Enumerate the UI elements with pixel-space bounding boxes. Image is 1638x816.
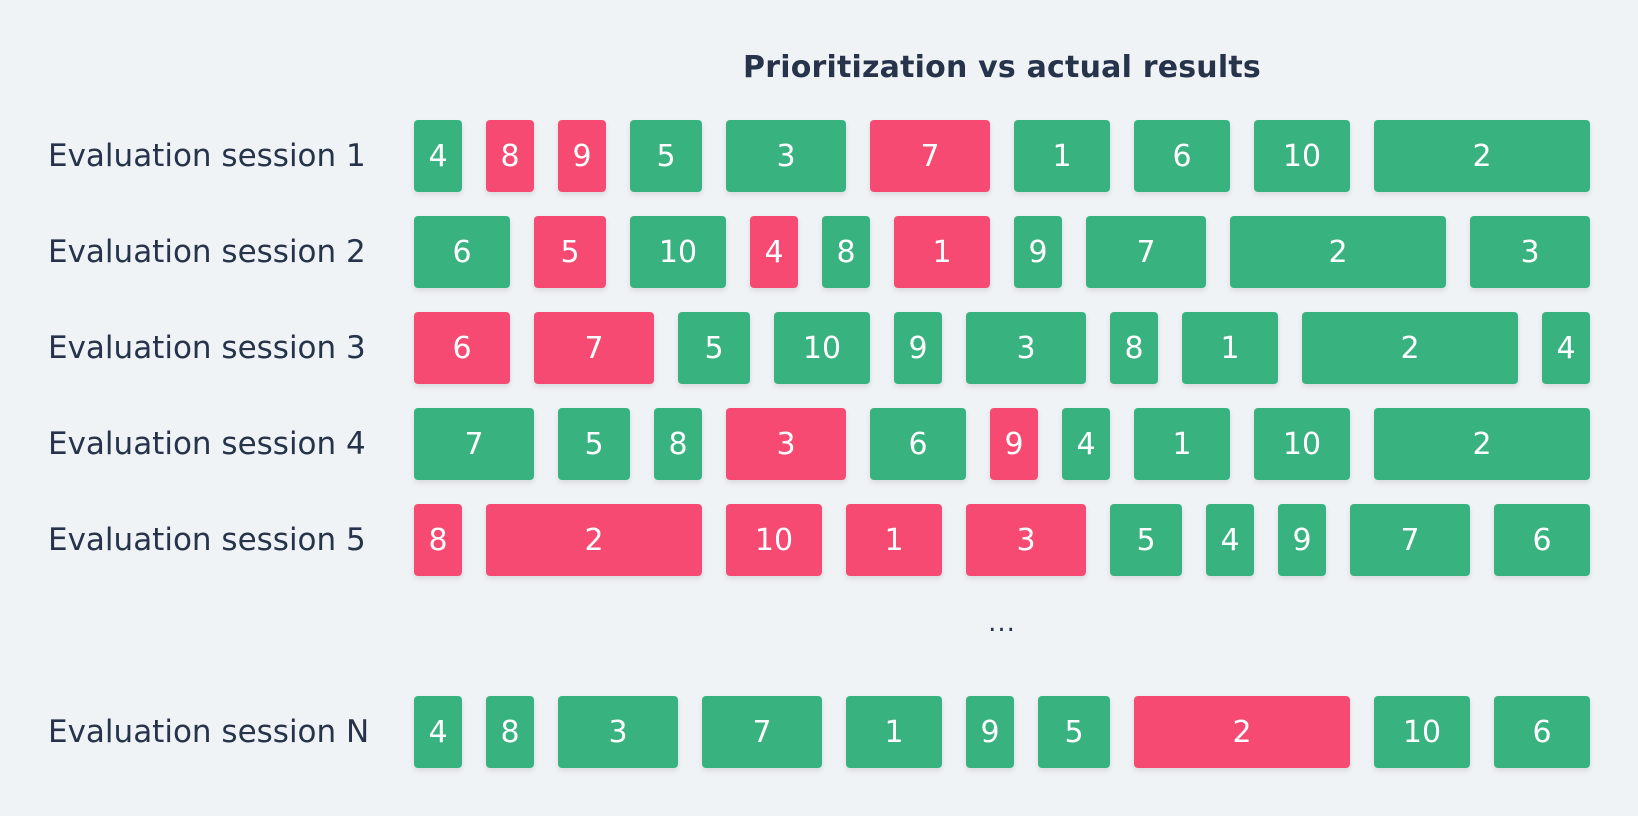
- priority-block-success: 3: [1470, 216, 1590, 288]
- priority-block-success: 4: [414, 120, 462, 192]
- priority-block-success: 6: [414, 216, 510, 288]
- priority-block-failure: 10: [726, 504, 822, 576]
- priority-block-success: 4: [1062, 408, 1110, 480]
- priority-block-success: 7: [414, 408, 534, 480]
- priority-block-success: 1: [1134, 408, 1230, 480]
- priority-block-success: 10: [630, 216, 726, 288]
- priority-block-success: 7: [702, 696, 822, 768]
- priority-block-success: 10: [1254, 120, 1350, 192]
- priority-block-success: 5: [558, 408, 630, 480]
- priority-block-success: 6: [1494, 696, 1590, 768]
- priority-block-failure: 2: [486, 504, 702, 576]
- priority-block-success: 5: [678, 312, 750, 384]
- priority-block-success: 7: [1086, 216, 1206, 288]
- priority-block-success: 1: [1182, 312, 1278, 384]
- priority-block-success: 2: [1230, 216, 1446, 288]
- priority-block-failure: 3: [726, 408, 846, 480]
- session-label: Evaluation session 4: [48, 426, 366, 462]
- priority-block-success: 2: [1374, 408, 1590, 480]
- priority-block-success: 3: [966, 312, 1086, 384]
- priority-block-success: 9: [1278, 504, 1326, 576]
- priority-block-failure: 6: [414, 312, 510, 384]
- priority-block-success: 6: [1494, 504, 1590, 576]
- priority-block-success: 8: [654, 408, 702, 480]
- priority-block-success: 9: [1014, 216, 1062, 288]
- priority-block-success: 6: [1134, 120, 1230, 192]
- priority-block-success: 1: [1014, 120, 1110, 192]
- ellipsis: ...: [988, 608, 1016, 638]
- priority-block-failure: 8: [414, 504, 462, 576]
- priority-block-success: 3: [558, 696, 678, 768]
- priority-block-success: 5: [1038, 696, 1110, 768]
- priority-block-success: 3: [726, 120, 846, 192]
- priority-block-failure: 7: [870, 120, 990, 192]
- priority-block-success: 5: [1110, 504, 1182, 576]
- priority-block-failure: 8: [486, 120, 534, 192]
- priority-block-failure: 2: [1134, 696, 1350, 768]
- session-label: Evaluation session N: [48, 714, 370, 750]
- session-label: Evaluation session 1: [48, 138, 366, 174]
- priority-block-success: 7: [1350, 504, 1470, 576]
- session-rows: Evaluation session 1 4 8 9 5 3 7 1 6 10 2 Evaluatio…: [0, 0, 1638, 816]
- priority-block-success: 8: [822, 216, 870, 288]
- priority-block-success: 2: [1374, 120, 1590, 192]
- priority-block-success: 4: [1542, 312, 1590, 384]
- priority-block-success: 8: [486, 696, 534, 768]
- session-label: Evaluation session 3: [48, 330, 366, 366]
- priority-block-success: 2: [1302, 312, 1518, 384]
- priority-block-failure: 1: [846, 504, 942, 576]
- priority-block-success: 10: [1254, 408, 1350, 480]
- priority-block-success: 10: [1374, 696, 1470, 768]
- session-label: Evaluation session 5: [48, 522, 366, 558]
- priority-block-success: 4: [414, 696, 462, 768]
- priority-block-failure: 1: [894, 216, 990, 288]
- priority-block-failure: 4: [750, 216, 798, 288]
- priority-block-failure: 5: [534, 216, 606, 288]
- priority-block-success: 10: [774, 312, 870, 384]
- priority-block-failure: 3: [966, 504, 1086, 576]
- session-label: Evaluation session 2: [48, 234, 366, 270]
- priority-block-failure: 9: [990, 408, 1038, 480]
- priority-block-success: 1: [846, 696, 942, 768]
- priority-block-success: 5: [630, 120, 702, 192]
- priority-block-success: 8: [1110, 312, 1158, 384]
- priority-block-failure: 9: [558, 120, 606, 192]
- priority-block-success: 9: [894, 312, 942, 384]
- priority-block-failure: 7: [534, 312, 654, 384]
- priority-block-success: 6: [870, 408, 966, 480]
- priority-block-success: 4: [1206, 504, 1254, 576]
- priority-block-success: 9: [966, 696, 1014, 768]
